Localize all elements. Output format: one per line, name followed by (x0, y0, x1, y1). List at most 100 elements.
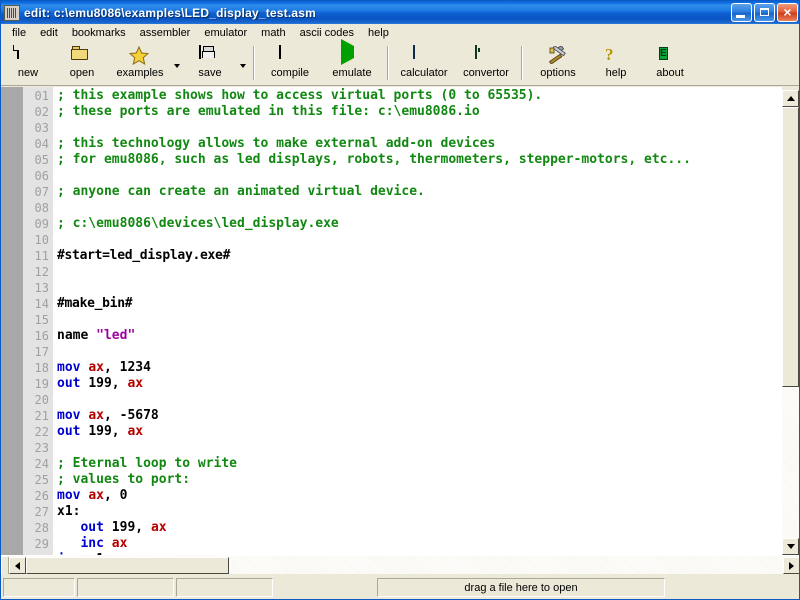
line-number: 20 (23, 392, 49, 408)
code-line[interactable] (57, 264, 775, 280)
line-number: 23 (23, 440, 49, 456)
menu-item-edit[interactable]: edit (33, 25, 65, 42)
code-line[interactable]: #start=led_display.exe# (57, 248, 775, 264)
code-line[interactable]: mov ax, -5678 (57, 408, 775, 424)
window-title: edit: c:\emu8086\examples\LED_display_te… (24, 6, 316, 20)
code-token: ; values to port: (57, 472, 190, 487)
line-number-gutter: 0102030405060708091011121314151617181920… (23, 87, 53, 555)
code-token: x1: (57, 504, 80, 519)
code-line[interactable]: ; for emu8086, such as led displays, rob… (57, 152, 775, 168)
title-bar[interactable]: edit: c:\emu8086\examples\LED_display_te… (1, 1, 800, 24)
minimize-button[interactable] (731, 3, 752, 22)
code-line[interactable] (57, 280, 775, 296)
code-line[interactable] (57, 344, 775, 360)
code-line[interactable]: out 199, ax (57, 424, 775, 440)
options-button[interactable]: options (527, 43, 589, 85)
line-number: 10 (23, 232, 49, 248)
scroll-right-button[interactable] (783, 557, 800, 574)
code-line[interactable]: out 199, ax (57, 520, 775, 536)
emulate-button[interactable]: emulate (321, 43, 383, 85)
line-number: 03 (23, 120, 49, 136)
examples-dropdown-arrow[interactable] (171, 43, 183, 85)
code-line[interactable]: inc ax (57, 536, 775, 552)
line-number: 08 (23, 200, 49, 216)
status-panel-3 (176, 578, 273, 597)
code-token: ; anyone can create an animated virtual … (57, 184, 425, 199)
code-token: #make_bin# (57, 296, 132, 311)
emu8086-editor-window: edit: c:\emu8086\examples\LED_display_te… (0, 0, 800, 600)
calculator-button[interactable]: calculator (393, 43, 455, 85)
vertical-scrollbar-thumb[interactable] (782, 107, 799, 387)
compile-button[interactable]: compile (259, 43, 321, 85)
code-line[interactable]: ; this example shows how to access virtu… (57, 88, 775, 104)
horizontal-scrollbar[interactable] (1, 555, 800, 574)
code-line[interactable]: ; values to port: (57, 472, 775, 488)
code-line[interactable] (57, 168, 775, 184)
code-text-area[interactable]: ; this example shows how to access virtu… (53, 87, 775, 555)
maximize-button[interactable] (754, 3, 775, 22)
drag-file-drop-zone[interactable]: drag a file here to open (377, 578, 665, 597)
open-button[interactable]: open (55, 43, 109, 85)
line-number: 25 (23, 472, 49, 488)
bookmark-gutter[interactable] (1, 87, 23, 555)
status-panel-4 (275, 578, 375, 597)
menu-item-bookmarks[interactable]: bookmarks (65, 25, 133, 42)
menu-bar: file edit bookmarks assembler emulator m… (1, 24, 800, 43)
menu-item-math[interactable]: math (254, 25, 292, 42)
line-number: 29 (23, 536, 49, 552)
examples-button[interactable]: examples (109, 43, 171, 85)
save-dropdown-arrow[interactable] (237, 43, 249, 85)
help-button-label: help (606, 67, 627, 79)
code-line[interactable] (57, 392, 775, 408)
code-token: -5678 (120, 408, 159, 423)
menu-item-file[interactable]: file (5, 25, 33, 42)
close-icon: × (778, 3, 797, 22)
save-button[interactable]: save (183, 43, 237, 85)
convertor-button[interactable]: convertor (455, 43, 517, 85)
line-number: 22 (23, 424, 49, 440)
code-token: , (135, 520, 151, 535)
code-token: , (104, 488, 120, 503)
code-token: mov (57, 488, 88, 503)
code-line[interactable] (57, 232, 775, 248)
code-line[interactable] (57, 120, 775, 136)
code-line[interactable]: out 199, ax (57, 376, 775, 392)
window-controls: × (731, 3, 798, 22)
code-token: ax (88, 408, 104, 423)
code-line[interactable]: x1: (57, 504, 775, 520)
menu-item-emulator[interactable]: emulator (197, 25, 254, 42)
menu-item-assembler[interactable]: assembler (133, 25, 198, 42)
scroll-left-button[interactable] (9, 557, 26, 574)
help-button[interactable]: ? help (589, 43, 643, 85)
vertical-scrollbar[interactable] (782, 90, 799, 555)
code-token: #start=led_display.exe# (57, 248, 230, 263)
line-number: 24 (23, 456, 49, 472)
code-token: , (104, 408, 120, 423)
code-token: , (112, 376, 128, 391)
floppy-disk-icon (199, 46, 221, 66)
menu-item-help[interactable]: help (361, 25, 396, 42)
about-button[interactable]: E about (643, 43, 697, 85)
code-line[interactable]: ; c:\emu8086\devices\led_display.exe (57, 216, 775, 232)
code-line[interactable] (57, 312, 775, 328)
code-line[interactable]: mov ax, 1234 (57, 360, 775, 376)
code-line[interactable] (57, 440, 775, 456)
new-button[interactable]: new (1, 43, 55, 85)
code-line[interactable]: ; this technology allows to make externa… (57, 136, 775, 152)
code-token: ax (127, 376, 143, 391)
code-line[interactable]: #make_bin# (57, 296, 775, 312)
code-line[interactable]: ; Eternal loop to write (57, 456, 775, 472)
code-line[interactable]: name "led" (57, 328, 775, 344)
close-button[interactable]: × (777, 3, 798, 22)
scroll-down-button[interactable] (782, 538, 799, 555)
code-line[interactable]: ; these ports are emulated in this file:… (57, 104, 775, 120)
line-number: 28 (23, 520, 49, 536)
code-token: ; this example shows how to access virtu… (57, 88, 542, 103)
code-line[interactable]: mov ax, 0 (57, 488, 775, 504)
status-panel-2 (77, 578, 174, 597)
horizontal-scrollbar-thumb[interactable] (26, 557, 229, 574)
code-editor[interactable]: 0102030405060708091011121314151617181920… (1, 87, 800, 555)
scroll-up-button[interactable] (782, 90, 799, 107)
code-line[interactable] (57, 200, 775, 216)
code-line[interactable]: ; anyone can create an animated virtual … (57, 184, 775, 200)
